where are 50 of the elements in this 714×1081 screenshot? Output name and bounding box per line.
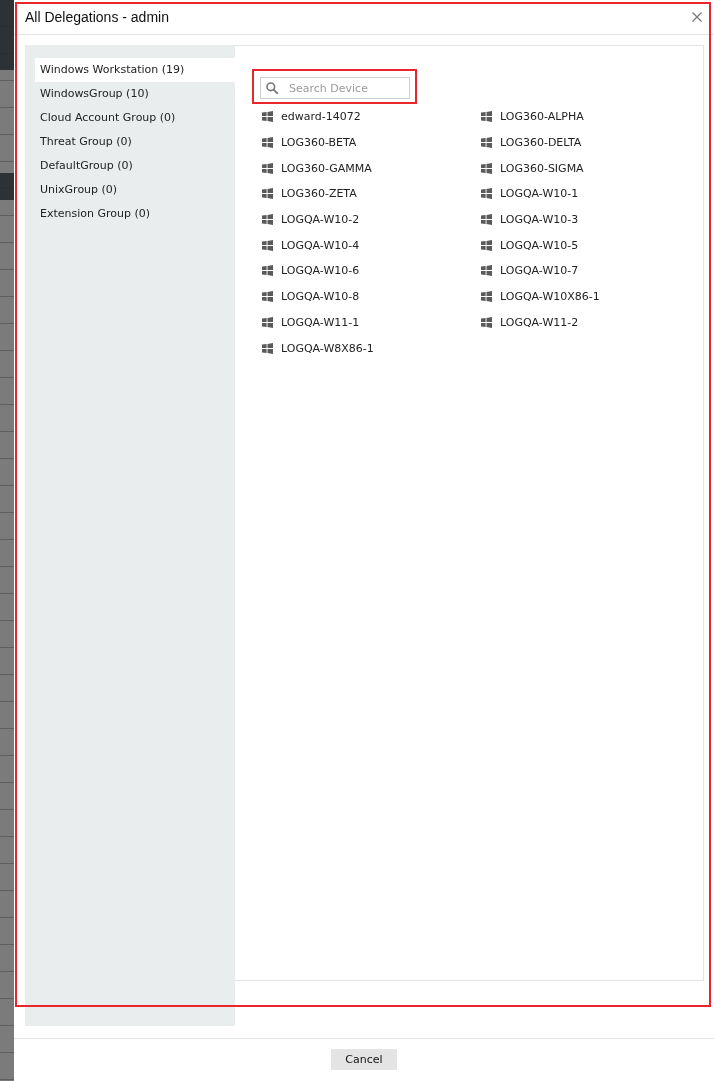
sidebar-item[interactable]: Extension Group (0) [35,202,235,226]
windows-logo-icon [262,342,273,354]
windows-logo-icon [262,316,273,328]
windows-logo-icon [262,239,273,251]
device-name: LOGQA-W10-3 [500,213,579,227]
search-field[interactable]: Search Device [260,77,410,99]
device-name: LOG360-SIGMA [500,161,584,175]
windows-logo-icon [481,239,492,251]
windows-logo-icon [262,137,273,149]
windows-logo-icon [262,162,273,174]
sidebar-item[interactable]: UnixGroup (0) [35,178,235,202]
sidebar-item[interactable]: WindowsGroup (10) [35,82,235,106]
device-name: edward-14072 [281,110,361,124]
windows-logo-icon [262,214,273,226]
windows-logo-icon [481,162,492,174]
windows-logo-icon [262,265,273,277]
device-name: LOGQA-W11-1 [281,315,360,329]
sidebar-item[interactable]: Cloud Account Group (0) [35,106,235,130]
windows-logo-icon [481,137,492,149]
windows-logo-icon [262,291,273,303]
windows-logo-icon [262,111,273,123]
device-name: LOGQA-W10-6 [281,264,360,278]
device-name: LOGQA-W10X86-1 [500,290,600,304]
sidebar-item[interactable]: DefaultGroup (0) [35,154,235,178]
windows-logo-icon [481,316,492,328]
device-name: LOGQA-W10-8 [281,290,360,304]
device-name: LOG360-ZETA [281,187,357,201]
device-name: LOGQA-W11-2 [500,315,579,329]
device-name: LOG360-ALPHA [500,110,584,124]
windows-logo-icon [481,214,492,226]
device-name: LOGQA-W10-7 [500,264,579,278]
sidebar-item[interactable]: Threat Group (0) [35,130,235,154]
device-name: LOGQA-W10-1 [500,187,579,201]
device-name: LOGQA-W10-2 [281,213,360,227]
windows-logo-icon [481,188,492,200]
device-name: LOG360-GAMMA [281,161,372,175]
device-name: LOGQA-W8X86-1 [281,341,374,355]
search-icon [266,82,278,94]
windows-logo-icon [481,265,492,277]
cancel-button[interactable]: Cancel [331,1049,397,1070]
device-name: LOGQA-W10-4 [281,238,360,252]
sidebar-item[interactable]: Windows Workstation (19) [35,58,235,82]
dialog-title: All Delegations - admin [25,9,169,25]
windows-logo-icon [481,291,492,303]
device-name: LOGQA-W10-5 [500,238,579,252]
windows-logo-icon [481,111,492,123]
close-icon[interactable] [692,12,702,22]
device-name: LOG360-BETA [281,136,357,150]
device-name: LOG360-DELTA [500,136,582,150]
windows-logo-icon [262,188,273,200]
